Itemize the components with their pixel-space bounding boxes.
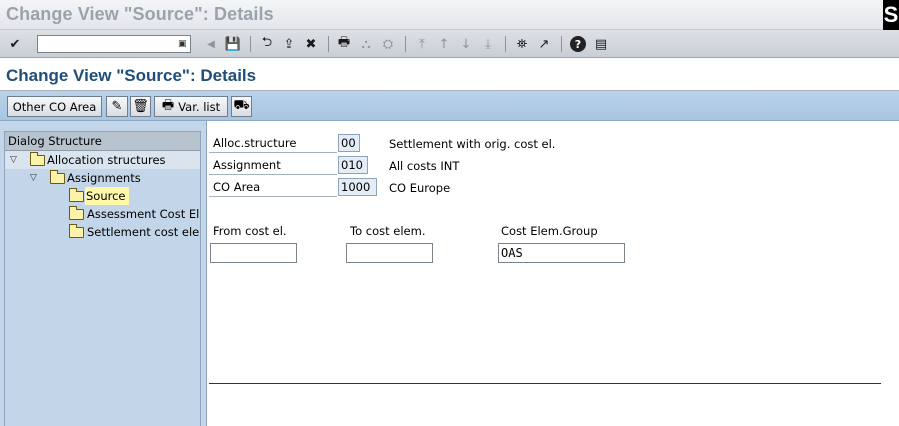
help-icon[interactable]: ? <box>570 36 586 52</box>
dialog-structure-header: Dialog Structure <box>5 132 200 151</box>
tree-node-label: Allocation structures <box>47 153 166 167</box>
toolbar-separator <box>561 36 562 52</box>
folder-icon <box>30 152 45 166</box>
alloc-structure-label: Alloc.structure <box>209 133 337 153</box>
other-co-area-button[interactable]: Other CO Area <box>7 96 102 117</box>
other-co-area-label: Other CO Area <box>12 99 97 114</box>
last-page-icon[interactable]: ⤓ <box>479 35 497 53</box>
tree-node-label: Assessment Cost Ele <box>87 207 200 221</box>
command-input[interactable] <box>38 36 174 52</box>
tree-node-label: Assignments <box>67 171 141 185</box>
application-toolbar: Other CO Area ✎ 🗑 🖶 Var. list ⛟ <box>0 91 899 121</box>
standard-toolbar: ✔ ▣ ◀ 💾 ⮌ ⇪ ✖ 🖶 ⛬ ⛭ ⤒ ↑ ↓ ⤓ ⛯ ↗ ? ▤ <box>0 30 899 58</box>
shortcut-icon[interactable]: ↗ <box>535 35 553 53</box>
expand-triangle-icon[interactable]: ▽ <box>10 151 17 169</box>
save-icon[interactable]: 💾 <box>224 35 242 53</box>
co-area-value: 1000 <box>338 178 377 196</box>
print-icon[interactable]: 🖶 <box>335 35 353 53</box>
divider-line <box>209 383 881 384</box>
customize-layout-icon[interactable]: ▤ <box>592 35 610 53</box>
cost-element-group-label: Cost Elem.Group <box>501 224 598 238</box>
folder-icon <box>50 170 65 184</box>
exit-icon[interactable]: ⇪ <box>280 35 298 53</box>
folder-icon <box>69 224 84 238</box>
alloc-structure-description: Settlement with orig. cost el. <box>389 137 556 151</box>
delete-button[interactable]: 🗑 <box>130 96 151 117</box>
tree-node-label: Settlement cost eler <box>87 225 200 239</box>
collapse-triangle-icon[interactable]: ◀ <box>202 35 220 53</box>
to-cost-element-label: To cost elem. <box>350 224 426 238</box>
to-cost-element-input[interactable] <box>346 243 433 263</box>
page-header: Change View "Source": Details <box>0 58 899 91</box>
dialog-structure-panel: Dialog Structure ▽ Allocation structures… <box>0 121 207 426</box>
new-session-icon[interactable]: ⛯ <box>513 35 531 53</box>
window-title-bar: Change View "Source": Details S <box>0 0 899 30</box>
cancel-icon[interactable]: ✖ <box>302 35 320 53</box>
from-cost-element-input[interactable] <box>210 243 297 263</box>
assignment-description: All costs INT <box>389 159 460 173</box>
cost-element-group-input[interactable]: OAS <box>498 243 625 263</box>
toolbar-separator <box>505 36 506 52</box>
folder-icon <box>69 206 84 220</box>
dialog-structure-tree: Dialog Structure ▽ Allocation structures… <box>4 131 201 426</box>
enter-icon[interactable]: ✔ <box>6 35 24 53</box>
alloc-structure-value: 00 <box>338 134 360 152</box>
transport-button[interactable]: ⛟ <box>231 96 252 117</box>
command-history-dropdown-icon[interactable]: ▣ <box>178 38 188 50</box>
sap-logo: S <box>883 0 899 30</box>
toolbar-separator <box>405 36 406 52</box>
tree-node-label: Source <box>85 187 129 205</box>
assignment-label: Assignment <box>209 155 337 175</box>
pencil-glasses-icon: ✎ <box>111 99 123 114</box>
command-field[interactable]: ▣ <box>37 35 191 53</box>
assignment-value: 010 <box>338 156 368 174</box>
tree-node-allocation-structures[interactable]: ▽ Allocation structures <box>5 151 200 169</box>
from-cost-element-label: From cost el. <box>213 224 287 238</box>
toolbar-separator <box>328 36 329 52</box>
tree-node-assignments[interactable]: ▽ Assignments <box>5 169 200 187</box>
first-page-icon[interactable]: ⤒ <box>413 35 431 53</box>
co-area-label: CO Area <box>209 177 337 197</box>
window-title: Change View "Source": Details <box>6 4 274 24</box>
detail-area: Alloc.structure 00 Settlement with orig.… <box>208 121 899 426</box>
find-icon[interactable]: ⛬ <box>357 35 375 53</box>
display-change-button[interactable]: ✎ <box>106 96 128 117</box>
var-list-label: Var. list <box>178 99 221 114</box>
tree-node-settlement-cost-elements[interactable]: Settlement cost eler <box>5 223 200 241</box>
tree-node-assessment-cost-elements[interactable]: Assessment Cost Ele <box>5 205 200 223</box>
tree-node-source[interactable]: Source <box>5 187 200 205</box>
next-page-icon[interactable]: ↓ <box>457 35 475 53</box>
previous-page-icon[interactable]: ↑ <box>435 35 453 53</box>
find-next-icon[interactable]: ⛭ <box>379 35 397 53</box>
transport-icon: ⛟ <box>233 98 250 113</box>
trash-icon: 🗑 <box>132 99 149 114</box>
back-icon[interactable]: ⮌ <box>258 35 276 53</box>
page-title: Change View "Source": Details <box>6 66 257 85</box>
co-area-description: CO Europe <box>389 181 451 195</box>
var-list-button[interactable]: 🖶 Var. list <box>154 96 228 117</box>
expand-triangle-icon[interactable]: ▽ <box>30 169 37 187</box>
toolbar-separator <box>250 36 251 52</box>
printer-icon: 🖶 <box>161 97 175 113</box>
open-folder-icon <box>69 188 84 202</box>
